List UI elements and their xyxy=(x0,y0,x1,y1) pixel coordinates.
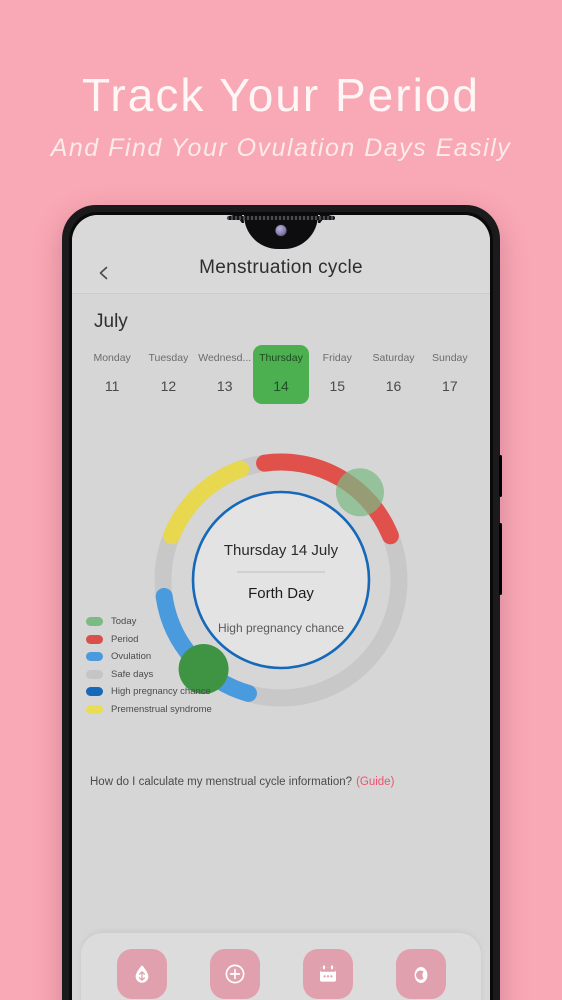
day-cell-saturday[interactable]: Saturday 16 xyxy=(365,345,421,404)
phone-volume-button[interactable] xyxy=(499,455,502,497)
day-cell-thursday-selected[interactable]: Thursday 14 xyxy=(252,345,310,404)
phone-power-button[interactable] xyxy=(499,523,502,595)
day-number: 11 xyxy=(104,378,120,394)
day-number: 13 xyxy=(216,378,233,394)
day-number: 15 xyxy=(329,378,346,394)
legend-label: High pregnancy chance xyxy=(111,686,211,697)
legend-label: Today xyxy=(111,616,137,627)
day-name: Thursday xyxy=(259,352,303,364)
day-name: Monday xyxy=(93,352,131,364)
day-cell-monday[interactable]: Monday 11 xyxy=(84,345,140,404)
legend-swatch-safe-days xyxy=(86,669,103,679)
legend-label: Period xyxy=(111,633,139,645)
phone-mockup: Menstruation cycle July Monday 11 Tuesda… xyxy=(62,205,502,1000)
day-number: 16 xyxy=(385,378,402,394)
guide-link[interactable]: (Guide) xyxy=(356,776,394,788)
inner-ring xyxy=(191,490,371,670)
legend-item-period: Period xyxy=(86,634,212,645)
day-name: Wednesd... xyxy=(198,352,252,364)
day-number: 14 xyxy=(273,378,289,394)
promo-subtitle: And Find Your Ovulation Days Easily xyxy=(50,134,512,162)
day-name: Tuesday xyxy=(148,352,189,364)
guide-row: How do I calculate my menstrual cycle in… xyxy=(72,750,490,788)
day-cell-sunday[interactable]: Sunday 17 xyxy=(422,345,478,404)
chevron-left-icon[interactable] xyxy=(96,265,112,281)
day-cell-wednesday[interactable]: Wednesd... 13 xyxy=(197,345,253,404)
plus-circle-icon xyxy=(223,962,247,986)
marker-today xyxy=(335,468,384,517)
promo-header: Track Your Period And Find Your Ovulatio… xyxy=(0,0,562,161)
front-camera-icon xyxy=(274,224,288,237)
earpiece-speaker-icon xyxy=(227,216,335,220)
legend-item-safe-days: Safe days xyxy=(86,669,212,680)
day-number: 12 xyxy=(160,378,177,394)
legend-swatch-premenstrual-syndrome xyxy=(86,704,103,714)
blood-drop-flow-icon xyxy=(130,962,154,986)
legend-label: Safe days xyxy=(111,668,154,680)
chart-legend: Today Period Ovulation Safe days High pr… xyxy=(86,616,212,721)
nav-button-period-log[interactable] xyxy=(116,949,167,999)
legend-swatch-high-pregnancy-chance xyxy=(86,687,103,696)
cycle-day-label: Forth Day xyxy=(248,585,314,602)
calendar-icon xyxy=(316,962,340,986)
nav-button-add[interactable] xyxy=(209,949,260,999)
phone-screen: Menstruation cycle July Monday 11 Tuesda… xyxy=(72,215,490,1000)
legend-item-premenstrual-syndrome: Premenstrual syndrome xyxy=(86,704,212,715)
promo-title: Track Your Period xyxy=(82,69,480,121)
week-strip: Monday 11 Tuesday 12 Wednesd... 13 Thurs… xyxy=(72,333,490,404)
page-title: Menstruation cycle xyxy=(199,257,363,278)
day-name: Friday xyxy=(322,352,352,364)
legend-swatch-ovulation xyxy=(86,652,103,661)
cycle-status: High pregnancy chance xyxy=(218,621,344,635)
ovulation-egg-icon xyxy=(409,962,433,986)
day-cell-tuesday[interactable]: Tuesday 12 xyxy=(140,345,196,404)
month-label: July xyxy=(94,311,128,332)
legend-item-today: Today xyxy=(86,616,212,627)
bottom-nav-bar xyxy=(81,933,481,1000)
legend-swatch-today xyxy=(86,617,103,626)
guide-question: How do I calculate my menstrual cycle in… xyxy=(90,776,353,788)
cycle-chart: Thursday 14 July Forth Day High pregnanc… xyxy=(72,430,490,750)
legend-label: Premenstrual syndrome xyxy=(111,703,212,715)
day-name: Sunday xyxy=(432,352,468,364)
nav-button-calendar[interactable] xyxy=(302,949,353,999)
cycle-date: Thursday 14 July xyxy=(224,542,339,559)
legend-label: Ovulation xyxy=(111,651,152,662)
day-number: 17 xyxy=(442,378,458,394)
nav-button-ovulation[interactable] xyxy=(395,949,446,999)
day-cell-friday[interactable]: Friday 15 xyxy=(309,345,365,404)
legend-item-ovulation: Ovulation xyxy=(86,651,212,662)
phone-bezel: Menstruation cycle July Monday 11 Tuesda… xyxy=(69,212,493,1000)
day-name: Saturday xyxy=(372,352,415,364)
legend-item-high-pregnancy-chance: High pregnancy chance xyxy=(86,686,212,697)
legend-swatch-period xyxy=(86,634,103,644)
